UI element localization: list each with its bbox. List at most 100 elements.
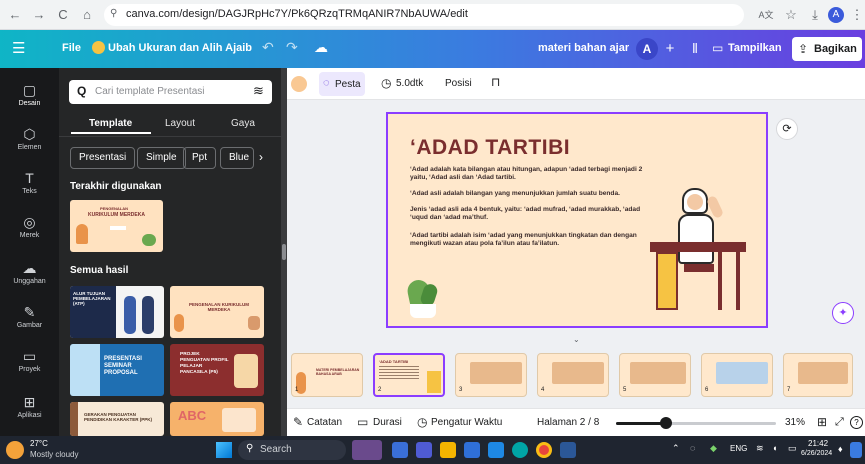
site-info-icon[interactable]: ⚲ xyxy=(110,8,117,19)
taskbar-search-box[interactable]: ⚲ Search xyxy=(238,440,346,460)
wifi-icon[interactable]: ≋ xyxy=(756,443,764,454)
notes-button[interactable]: Catatan xyxy=(307,417,342,428)
page-thumbnail-5[interactable]: 5 xyxy=(619,353,691,397)
filter-icon[interactable]: ≋ xyxy=(253,83,264,99)
zoom-slider[interactable] xyxy=(616,417,776,429)
page-thumbnail-7[interactable]: 7 xyxy=(783,353,853,397)
page-thumbnail-4[interactable]: 4 xyxy=(537,353,609,397)
template-thumbnail[interactable]: ABC xyxy=(170,402,264,436)
notification-icon[interactable]: ♦ xyxy=(838,444,843,454)
duration-toggle-button[interactable]: Durasi xyxy=(373,417,402,428)
zoom-level[interactable]: 31% xyxy=(785,417,805,428)
resize-magic-button[interactable]: Ubah Ukuran dan Alih Ajaib xyxy=(108,42,252,54)
fullscreen-icon[interactable]: ⤢ xyxy=(835,416,844,429)
network-icon[interactable]: ◌ xyxy=(690,443,695,453)
pesta-animation-button[interactable]: ◌ Pesta xyxy=(319,72,365,96)
tab-layout[interactable]: Layout xyxy=(165,118,195,129)
teams-icon[interactable] xyxy=(416,442,432,458)
cloud-save-icon[interactable]: ☁ xyxy=(314,39,328,56)
word-icon[interactable] xyxy=(560,442,576,458)
color-swatch-button[interactable] xyxy=(291,76,307,92)
page-thumbnail-6[interactable]: 6 xyxy=(701,353,773,397)
template-thumbnail[interactable]: PRESENTASI SEMINAR PROPOSAL xyxy=(70,344,164,396)
grid-view-icon[interactable]: ⊞ xyxy=(817,415,827,429)
chip-simple[interactable]: Simple xyxy=(137,147,186,169)
slide-paragraph[interactable]: ‘Adad asli adalah bilangan yang menunjuk… xyxy=(410,190,650,198)
template-thumbnail[interactable]: PROJEK PENGUATAN PROFIL PELAJAR PANCASIL… xyxy=(170,344,264,396)
chevron-right-icon[interactable]: › xyxy=(259,150,263,164)
edge-icon[interactable] xyxy=(512,442,528,458)
task-view-icon[interactable] xyxy=(392,442,408,458)
reload-icon[interactable]: C xyxy=(54,6,72,24)
rail-item-brand[interactable]: ◎ Merek xyxy=(0,214,59,239)
page-thumbnail-1[interactable]: MATERI PEMBELAJARAN BAHASA ARAB 1 xyxy=(291,353,363,397)
language-indicator[interactable]: ENG xyxy=(730,444,747,453)
profile-avatar[interactable]: A xyxy=(828,7,844,23)
user-avatar[interactable]: A xyxy=(636,38,658,60)
magic-assistant-icon[interactable]: ✦ xyxy=(832,302,854,324)
clock-date[interactable]: 6/26/2024 xyxy=(801,450,832,457)
back-arrow-icon[interactable]: ← xyxy=(6,6,24,24)
redo-icon[interactable]: ↷ xyxy=(286,39,298,56)
store-icon[interactable] xyxy=(464,442,480,458)
regenerate-icon[interactable]: ⟳ xyxy=(776,118,798,140)
chevron-up-icon[interactable]: ⌃ xyxy=(672,443,680,454)
add-collaborator-button[interactable]: + xyxy=(660,38,680,60)
home-icon[interactable]: ⌂ xyxy=(78,6,96,24)
rail-item-elements[interactable]: ⬡ Elemen xyxy=(0,126,59,151)
forward-arrow-icon[interactable]: → xyxy=(30,6,48,24)
hamburger-menu-icon[interactable]: ☰ xyxy=(12,39,25,57)
chip-ppt[interactable]: Ppt xyxy=(183,147,217,169)
file-menu-button[interactable]: File xyxy=(62,42,81,54)
help-icon[interactable]: ? xyxy=(850,416,863,429)
undo-icon[interactable]: ↶ xyxy=(262,39,274,56)
template-thumbnail[interactable]: GERAKAN PENGUATAN PENDIDIKAN KARAKTER (P… xyxy=(70,402,164,436)
widgets-icon[interactable] xyxy=(352,440,382,460)
address-bar[interactable]: ⚲ canva.com/design/DAGJRpHc7Y/Pk6QRzqTRM… xyxy=(104,4,744,26)
template-thumbnail[interactable]: PENGENALAN KURIKULUM MERDEKA xyxy=(170,286,264,338)
slide-paragraph[interactable]: Jenis ‘adad asli ada 4 bentuk, yaitu: ‘a… xyxy=(410,206,650,222)
copilot-icon[interactable] xyxy=(850,442,862,458)
rail-item-text[interactable]: T Teks xyxy=(0,170,59,195)
recent-template-thumbnail[interactable]: PENGENALAN KURIKULUM MERDEKA xyxy=(70,200,163,252)
mail-icon[interactable] xyxy=(488,442,504,458)
page-thumbnail-2[interactable]: ‘ADAD TARTIBI 2 xyxy=(373,353,445,397)
template-thumbnail[interactable]: ALUR TUJUAN PEMBELAJARAN (ATP) xyxy=(70,286,164,338)
position-button[interactable]: Posisi xyxy=(445,78,472,89)
template-search-input[interactable]: Q Cari template Presentasi ≋ xyxy=(69,80,272,104)
chrome-icon[interactable] xyxy=(536,442,552,458)
slide-paragraph[interactable]: ‘Adad adalah kata bilangan atau hitungan… xyxy=(410,166,650,182)
rail-item-design[interactable]: ▢ Desain xyxy=(0,82,59,107)
clock-time[interactable]: 21:42 xyxy=(808,439,828,448)
file-explorer-icon[interactable] xyxy=(440,442,456,458)
download-icon[interactable]: ⤓ xyxy=(806,6,824,24)
rail-item-draw[interactable]: ✎ Gambar xyxy=(0,304,59,329)
browser-menu-icon[interactable]: ⋮ xyxy=(848,6,865,24)
present-button[interactable]: Tampilkan xyxy=(728,42,782,54)
rail-item-apps[interactable]: ⊞ Aplikasi xyxy=(0,394,59,419)
tray-app-icon[interactable]: ◆ xyxy=(710,443,717,454)
zoom-slider-handle[interactable] xyxy=(659,417,672,429)
insights-icon[interactable]: ⫴ xyxy=(686,38,704,60)
volume-icon[interactable]: ◖ xyxy=(772,443,777,453)
share-button[interactable]: ⇪ Bagikan xyxy=(792,37,862,61)
tab-template[interactable]: Template xyxy=(89,118,132,129)
duration-button[interactable]: 5.0dtk xyxy=(396,78,423,89)
rail-item-uploads[interactable]: ☁ Unggahan xyxy=(0,260,59,285)
slide-canvas[interactable]: ‘ADAD TARTIBI ‘Adad adalah kata bilangan… xyxy=(386,112,768,328)
chip-presentasi[interactable]: Presentasi xyxy=(70,147,136,169)
slide-title[interactable]: ‘ADAD TARTIBI xyxy=(410,136,570,160)
battery-icon[interactable]: ▭ xyxy=(788,443,797,454)
tab-style[interactable]: Gaya xyxy=(231,118,255,129)
rail-item-projects[interactable]: ▭ Proyek xyxy=(0,348,59,373)
lock-icon[interactable]: ⊓ xyxy=(491,75,500,89)
page-indicator[interactable]: Halaman 2 / 8 xyxy=(537,417,599,428)
slide-paragraph[interactable]: ‘Adad tartibi adalah isim ‘adad yang men… xyxy=(410,232,650,248)
translate-icon[interactable]: A文 xyxy=(754,6,778,24)
design-title[interactable]: materi bahan ajar xyxy=(538,42,629,54)
timer-button[interactable]: Pengatur Waktu xyxy=(431,417,502,428)
chevron-down-icon[interactable]: ⌄ xyxy=(573,335,580,344)
windows-start-icon[interactable] xyxy=(216,442,232,458)
page-thumbnail-3[interactable]: 3 xyxy=(455,353,527,397)
chip-blue[interactable]: Blue xyxy=(220,147,255,169)
